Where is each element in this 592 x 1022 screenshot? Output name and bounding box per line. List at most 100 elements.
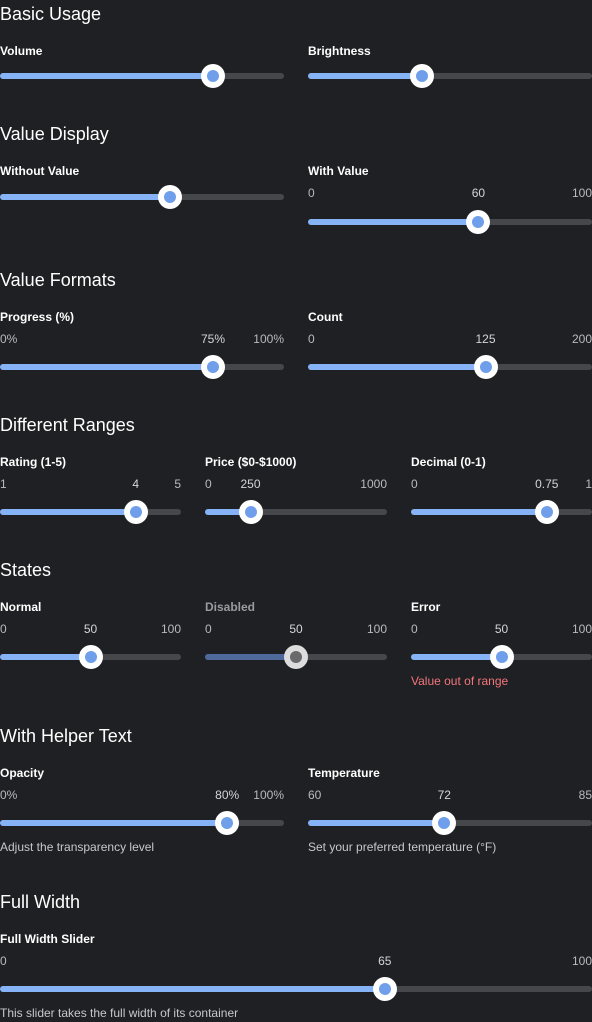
slider-label: Disabled <box>205 600 256 614</box>
slider-min-text: 0% <box>0 332 18 346</box>
slider-label: Brightness <box>308 44 371 58</box>
slider-max-text: 1000 <box>360 477 387 491</box>
slider-track[interactable] <box>308 64 592 88</box>
slider-track[interactable] <box>411 500 592 524</box>
slider-track[interactable] <box>308 811 592 835</box>
slider-scale: 0 50 100 <box>411 622 592 636</box>
slider-track[interactable] <box>0 355 284 379</box>
slider-track[interactable] <box>308 210 592 234</box>
slider-value-text: 65 <box>378 954 392 968</box>
slider-rating: Rating (1-5) 1 4 5 <box>0 455 181 524</box>
slider-fill <box>308 820 445 826</box>
slider-thumb[interactable] <box>489 645 514 669</box>
slider-track[interactable] <box>0 64 284 88</box>
slider-track[interactable] <box>411 645 592 669</box>
slider-min-text: 0 <box>411 622 418 636</box>
slider-scale: 0% 75% 100% <box>0 332 284 346</box>
slider-max-text: 1 <box>585 477 592 491</box>
slider-track-disabled <box>205 645 387 669</box>
slider-scale: 0 50 100 <box>0 622 181 636</box>
slider-value-text: 4 <box>132 477 140 491</box>
slider-label: Opacity <box>0 766 45 780</box>
slider-thumb[interactable] <box>123 500 148 524</box>
section-title-different-ranges: Different Ranges <box>0 415 135 435</box>
slider-scale: 60 72 85 <box>308 788 592 802</box>
helper-text: Set your preferred temperature (°F) <box>308 840 497 854</box>
slider-fill <box>0 820 228 826</box>
slider-thumb[interactable] <box>201 355 225 379</box>
slider-thumb[interactable] <box>372 977 397 1001</box>
slider-thumb[interactable] <box>432 811 457 835</box>
slider-fill <box>0 364 213 370</box>
slider-value-text: 250 <box>240 477 261 491</box>
slider-label: Count <box>308 310 343 324</box>
slider-label: Full Width Slider <box>0 932 95 946</box>
slider-track[interactable] <box>0 977 592 1001</box>
slider-scale: 0 0.75 1 <box>411 477 592 491</box>
slider-max-text: 5 <box>174 477 181 491</box>
slider-max-text: 100 <box>571 186 592 200</box>
slider-max-text: 100 <box>571 954 592 968</box>
slider-progress: Progress (%) 0% 75% 100% <box>0 310 284 379</box>
slider-fill <box>0 194 171 200</box>
slider-thumb[interactable] <box>201 64 225 88</box>
slider-value-text: 50 <box>289 622 303 636</box>
slider-thumb[interactable] <box>158 185 183 209</box>
slider-value-text: 50 <box>83 622 98 636</box>
slider-max-text: 85 <box>578 788 592 802</box>
slider-thumb[interactable] <box>215 811 240 835</box>
slider-scale: 0 60 100 <box>308 186 592 200</box>
slider-temperature: Temperature 60 72 85 Set your preferred … <box>308 766 592 856</box>
slider-value-text: 75% <box>200 332 226 346</box>
slider-max-text: 100% <box>253 332 284 346</box>
slider-label: Rating (1-5) <box>0 455 66 469</box>
slider-label: Price ($0-$1000) <box>205 455 297 469</box>
slider-fill <box>0 986 385 992</box>
slider-fill <box>411 654 502 660</box>
slider-thumb[interactable] <box>466 210 491 234</box>
slider-value-text: 80% <box>215 788 240 802</box>
slider-label: With Value <box>308 164 369 178</box>
slider-track[interactable] <box>0 185 284 209</box>
slider-value-text: 0.75 <box>535 477 559 491</box>
slider-thumb-disabled <box>284 645 308 669</box>
slider-track[interactable] <box>205 500 387 524</box>
slider-label: Temperature <box>308 766 380 780</box>
slider-thumb[interactable] <box>473 355 498 379</box>
slider-min-text: 0 <box>308 186 315 200</box>
slider-fill <box>205 654 296 660</box>
slider-scale: 0% 80% 100% <box>0 788 284 802</box>
slider-fill <box>411 509 547 515</box>
slider-thumb[interactable] <box>238 500 263 524</box>
helper-text: This slider takes the full width of its … <box>0 1006 239 1020</box>
slider-track[interactable] <box>0 645 181 669</box>
slider-fill <box>0 509 136 515</box>
slider-brightness: Brightness <box>308 44 592 88</box>
slider-full-width: Full Width Slider 0 65 100 This slider t… <box>0 932 592 1022</box>
slider-thumb[interactable] <box>78 645 103 669</box>
section-title-basic-usage: Basic Usage <box>0 4 102 24</box>
slider-min-text: 0% <box>0 788 18 802</box>
slider-normal: Normal 0 50 100 <box>0 600 181 669</box>
slider-scale: 0 250 1000 <box>205 477 387 491</box>
slider-label: Progress (%) <box>0 310 75 324</box>
helper-text: Adjust the transparency level <box>0 840 155 854</box>
slider-track[interactable] <box>0 811 284 835</box>
slider-with-value: With Value 0 60 100 <box>308 164 592 234</box>
slider-count: Count 0 125 200 <box>308 310 592 379</box>
slider-scale: 0 50 100 <box>205 622 387 636</box>
slider-fill <box>308 73 422 79</box>
slider-min-text: 0 <box>0 622 7 636</box>
slider-max-text: 100 <box>366 622 387 636</box>
slider-without-value: Without Value <box>0 164 284 209</box>
slider-thumb[interactable] <box>409 64 434 88</box>
slider-scale: 0 65 100 <box>0 954 592 968</box>
slider-track[interactable] <box>0 500 181 524</box>
section-title-with-helper-text: With Helper Text <box>0 726 132 746</box>
slider-value-text: 72 <box>437 788 451 802</box>
slider-track[interactable] <box>308 355 592 379</box>
slider-decimal: Decimal (0-1) 0 0.75 1 <box>411 455 592 524</box>
slider-thumb[interactable] <box>534 500 559 524</box>
slider-min-text: 60 <box>308 788 322 802</box>
slider-min-text: 0 <box>411 477 418 491</box>
